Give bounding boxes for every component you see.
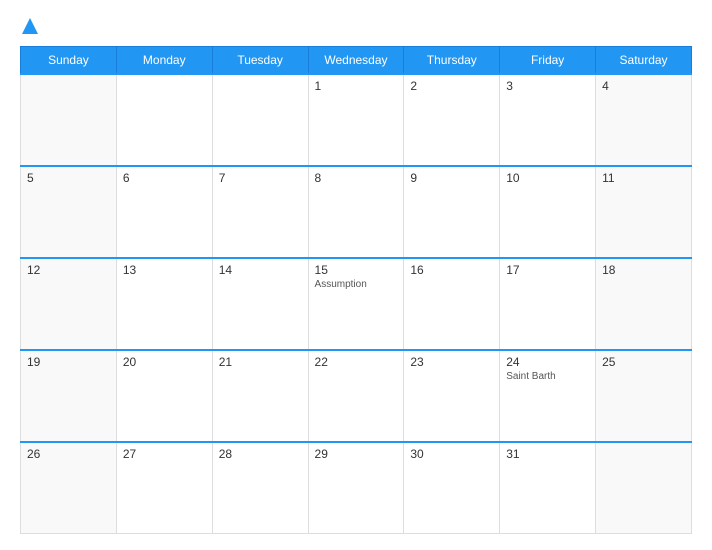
calendar-cell: 13 [116,258,212,350]
week-row-3: 12 13 14 15 Assumption 16 17 18 [21,258,692,350]
day-number: 26 [27,447,110,461]
day-number: 27 [123,447,206,461]
calendar-cell: 8 [308,166,404,258]
day-number: 20 [123,355,206,369]
calendar-cell: 23 [404,350,500,442]
weekday-saturday: Saturday [596,47,692,75]
calendar-cell [596,442,692,534]
calendar-cell: 4 [596,74,692,166]
calendar-cell: 27 [116,442,212,534]
day-number: 28 [219,447,302,461]
day-number: 30 [410,447,493,461]
calendar-cell: 28 [212,442,308,534]
day-number: 25 [602,355,685,369]
calendar-cell: 29 [308,442,404,534]
weekday-monday: Monday [116,47,212,75]
calendar-cell [212,74,308,166]
week-row-4: 19 20 21 22 23 24 Saint Barth 25 [21,350,692,442]
day-number: 3 [506,79,589,93]
calendar-table: SundayMondayTuesdayWednesdayThursdayFrid… [20,46,692,534]
day-number: 8 [315,171,398,185]
logo-icon [20,16,40,36]
calendar-cell: 6 [116,166,212,258]
calendar-cell: 26 [21,442,117,534]
day-number: 16 [410,263,493,277]
calendar-cell: 18 [596,258,692,350]
calendar-cell: 17 [500,258,596,350]
day-number: 12 [27,263,110,277]
weekday-sunday: Sunday [21,47,117,75]
calendar-cell: 9 [404,166,500,258]
calendar-cell: 14 [212,258,308,350]
calendar-cell: 7 [212,166,308,258]
calendar-cell [116,74,212,166]
page: SundayMondayTuesdayWednesdayThursdayFrid… [0,0,712,550]
calendar-cell: 20 [116,350,212,442]
weekday-header-row: SundayMondayTuesdayWednesdayThursdayFrid… [21,47,692,75]
day-number: 29 [315,447,398,461]
calendar-cell: 24 Saint Barth [500,350,596,442]
calendar-cell: 22 [308,350,404,442]
day-number: 10 [506,171,589,185]
day-number: 15 [315,263,398,277]
day-number: 21 [219,355,302,369]
calendar-cell [21,74,117,166]
holiday-label: Assumption [315,279,398,290]
day-number: 4 [602,79,685,93]
day-number: 5 [27,171,110,185]
calendar-cell: 31 [500,442,596,534]
day-number: 14 [219,263,302,277]
week-row-1: 1234 [21,74,692,166]
holiday-label: Saint Barth [506,371,589,382]
calendar-cell: 1 [308,74,404,166]
calendar-cell: 19 [21,350,117,442]
day-number: 17 [506,263,589,277]
day-number: 9 [410,171,493,185]
calendar-cell: 15 Assumption [308,258,404,350]
day-number: 23 [410,355,493,369]
calendar-cell: 5 [21,166,117,258]
day-number: 19 [27,355,110,369]
calendar-header [20,16,692,36]
day-number: 1 [315,79,398,93]
calendar-cell: 16 [404,258,500,350]
weekday-thursday: Thursday [404,47,500,75]
calendar-cell: 2 [404,74,500,166]
calendar-cell: 30 [404,442,500,534]
week-row-5: 26 27 28 29 30 31 [21,442,692,534]
calendar-cell: 10 [500,166,596,258]
day-number: 24 [506,355,589,369]
day-number: 11 [602,171,685,185]
day-number: 22 [315,355,398,369]
week-row-2: 56789 10 11 [21,166,692,258]
calendar-cell: 12 [21,258,117,350]
day-number: 13 [123,263,206,277]
day-number: 7 [219,171,302,185]
calendar-cell: 25 [596,350,692,442]
day-number: 31 [506,447,589,461]
day-number: 2 [410,79,493,93]
calendar-cell: 21 [212,350,308,442]
weekday-wednesday: Wednesday [308,47,404,75]
weekday-friday: Friday [500,47,596,75]
calendar-cell: 3 [500,74,596,166]
weekday-tuesday: Tuesday [212,47,308,75]
day-number: 18 [602,263,685,277]
day-number: 6 [123,171,206,185]
calendar-cell: 11 [596,166,692,258]
logo [20,16,42,36]
